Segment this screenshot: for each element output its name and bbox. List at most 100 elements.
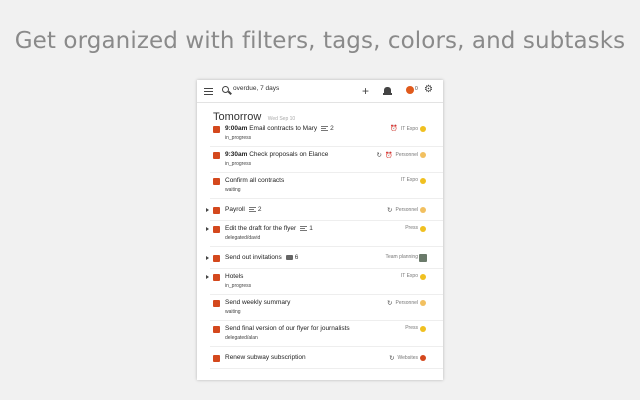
project-label[interactable]: Personnel — [395, 207, 418, 213]
repeat-icon: ↻ — [387, 300, 393, 307]
task-title[interactable]: Edit the draft for the flyer 1 — [225, 225, 313, 232]
task-checkbox[interactable] — [213, 226, 220, 233]
project-label[interactable]: IT Expo — [401, 273, 418, 279]
task-row[interactable]: Payroll 2 ↻ Personnel — [206, 199, 443, 221]
task-title[interactable]: Confirm all contracts — [225, 177, 284, 184]
task-time: 9:00am — [225, 125, 250, 132]
task-status: delegated/david — [225, 235, 261, 241]
task-title[interactable]: Send out invitations 6 — [225, 254, 298, 261]
note-icon — [248, 206, 256, 212]
task-checkbox[interactable] — [213, 300, 220, 307]
project-color-dot — [420, 126, 426, 132]
note-count: 1 — [309, 225, 313, 232]
project-color-dot — [420, 178, 426, 184]
task-checkbox[interactable] — [213, 152, 220, 159]
project-color-dot — [420, 207, 426, 213]
task-meta: ⏰ IT Expo — [390, 125, 418, 133]
task-title-text: Edit the draft for the flyer — [225, 225, 297, 232]
task-title[interactable]: Renew subway subscription — [225, 354, 306, 361]
project-color-dot — [420, 152, 426, 158]
task-title[interactable]: Send final version of our flyer for jour… — [225, 325, 350, 332]
task-title-text: Renew subway subscription — [225, 354, 306, 361]
project-label[interactable]: Press — [405, 225, 418, 231]
project-color-dot — [420, 326, 426, 332]
task-title[interactable]: Send weekly summary — [225, 299, 290, 306]
task-list: 9:00am Email contracts to Mary 2 in_progre… — [197, 121, 443, 369]
add-task-icon[interactable]: + — [362, 83, 369, 99]
expand-arrow-icon[interactable] — [206, 208, 209, 212]
task-checkbox[interactable] — [213, 326, 220, 333]
project-label[interactable]: Websites — [398, 355, 418, 361]
task-row[interactable]: Renew subway subscription ↻ Websites — [210, 347, 443, 369]
task-title-text: Send out invitations — [225, 254, 282, 261]
task-meta: ↻ Websites — [389, 354, 418, 362]
project-label[interactable]: IT Expo — [401, 177, 418, 183]
task-panel: + 0 ⚙ Tomorrow Wed Sep 10 9:00am Email c… — [197, 80, 443, 380]
task-row[interactable]: Hotels in_progress IT Expo — [206, 269, 443, 295]
toolbar: + 0 ⚙ — [197, 80, 443, 103]
task-title-text: Hotels — [225, 273, 244, 280]
task-meta: ↻ Personnel — [387, 206, 418, 214]
task-checkbox[interactable] — [213, 207, 220, 214]
task-title-text: Send weekly summary — [225, 299, 291, 306]
task-row[interactable]: Send out invitations 6 Team planning — [206, 247, 443, 269]
comment-count: 6 — [294, 254, 299, 261]
alarm-icon: ⏰ — [390, 126, 398, 132]
task-checkbox[interactable] — [213, 255, 220, 262]
task-meta: IT Expo — [401, 273, 418, 279]
task-checkbox[interactable] — [213, 274, 220, 281]
task-row[interactable]: Edit the draft for the flyer 1 delegated/d… — [206, 221, 443, 247]
task-title[interactable]: 9:00am Email contracts to Mary 2 — [225, 125, 334, 132]
task-meta: Press — [405, 325, 418, 331]
task-checkbox[interactable] — [213, 126, 220, 133]
task-status: waiting — [225, 187, 241, 193]
task-status: waiting — [225, 309, 241, 315]
task-status: in_progress — [225, 161, 252, 167]
project-color-dot — [420, 226, 426, 232]
task-row[interactable]: 9:00am Email contracts to Mary 2 in_progre… — [210, 121, 443, 147]
task-checkbox[interactable] — [213, 355, 220, 362]
task-row[interactable]: 9:30am Check proposals on Elance in_progr… — [210, 147, 443, 173]
menu-icon[interactable] — [204, 88, 213, 95]
task-meta: ↻ Personnel — [387, 299, 418, 307]
avatar-count: 0 — [415, 86, 418, 92]
task-status: in_progress — [225, 283, 252, 289]
expand-arrow-icon[interactable] — [206, 275, 209, 279]
expand-arrow-icon[interactable] — [206, 227, 209, 231]
note-count: 2 — [330, 125, 334, 132]
repeat-icon: ↻ — [389, 355, 395, 362]
task-title[interactable]: Payroll 2 — [225, 206, 262, 213]
task-checkbox[interactable] — [213, 178, 220, 185]
task-title[interactable]: 9:30am Check proposals on Elance — [225, 151, 328, 158]
project-color-dot — [420, 274, 426, 280]
project-label[interactable]: Press — [405, 325, 418, 331]
repeat-icon: ↻ — [376, 152, 382, 159]
comment-icon — [285, 254, 293, 260]
expand-arrow-icon[interactable] — [206, 256, 209, 260]
repeat-icon: ↻ — [387, 207, 393, 214]
task-meta: Team planning — [385, 254, 418, 260]
task-meta: Press — [405, 225, 418, 231]
task-row[interactable]: Confirm all contracts waiting IT Expo — [210, 173, 443, 199]
task-row[interactable]: Send final version of our flyer for jour… — [210, 321, 443, 347]
project-label[interactable]: Personnel — [395, 152, 418, 158]
note-count: 2 — [257, 206, 262, 213]
task-row[interactable]: Send weekly summary waiting ↻ Personnel — [210, 295, 443, 321]
task-title-text: Payroll — [225, 206, 245, 213]
bell-icon[interactable] — [383, 87, 392, 95]
task-title-text: Send final version of our flyer for jour… — [225, 325, 350, 332]
avatar[interactable] — [406, 86, 414, 94]
project-label[interactable]: IT Expo — [401, 126, 418, 132]
project-label[interactable]: Team planning — [385, 254, 418, 260]
headline: Get organized with filters, tags, colors… — [14, 28, 626, 54]
search-input[interactable] — [233, 85, 353, 92]
project-color-dot — [420, 355, 426, 361]
note-icon — [300, 225, 308, 231]
search-icon[interactable] — [222, 86, 229, 93]
alarm-icon: ⏰ — [385, 152, 393, 159]
task-title-text: Confirm all contracts — [225, 177, 285, 184]
assignee-avatar — [419, 254, 427, 262]
gear-icon[interactable]: ⚙ — [424, 84, 433, 96]
task-title[interactable]: Hotels — [225, 273, 243, 280]
project-label[interactable]: Personnel — [395, 300, 418, 306]
